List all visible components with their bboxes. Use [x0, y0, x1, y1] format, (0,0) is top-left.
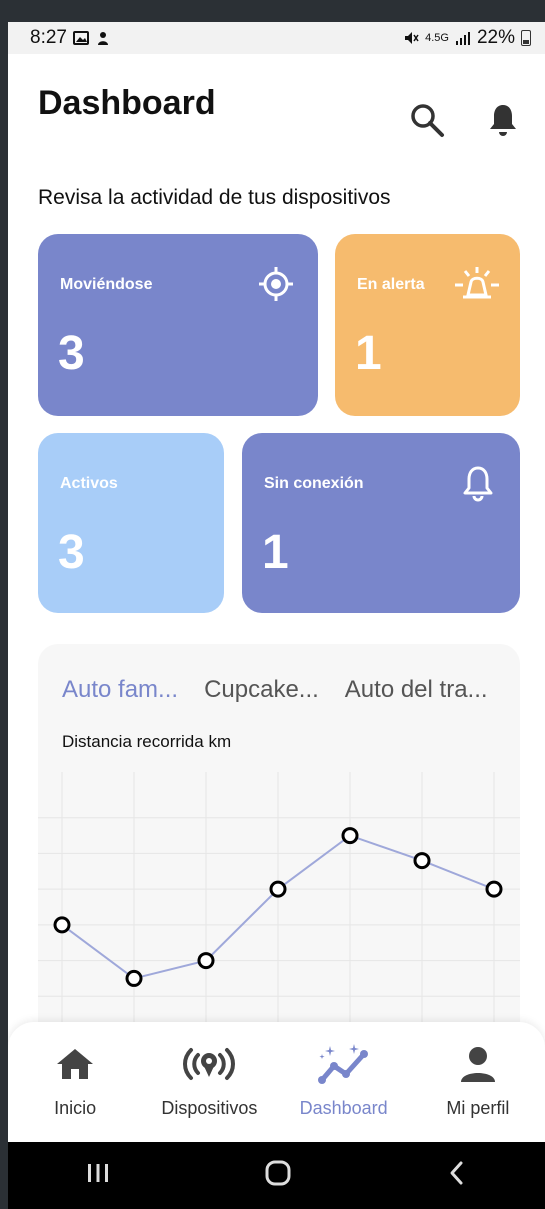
status-left: 8:27: [30, 27, 111, 49]
back-button[interactable]: [445, 1159, 469, 1192]
card-label: Activos: [60, 475, 118, 492]
tab-device-0[interactable]: Auto fam...: [62, 676, 178, 704]
data-point-mar[interactable]: [197, 952, 215, 970]
search-button[interactable]: [407, 100, 447, 140]
nav-dispositivos[interactable]: Dispositivos: [149, 1042, 269, 1119]
trending-sparkle-icon: [316, 1042, 372, 1086]
card-value: 1: [355, 327, 382, 380]
recent-apps-icon: [87, 1164, 108, 1182]
home-circle-icon: [265, 1160, 291, 1186]
phone-screen: 8:27 4.5G 22% Dashboard Revisa la activi…: [8, 22, 545, 1209]
card-alert[interactable]: En alerta 1: [335, 234, 520, 416]
notifications-button[interactable]: [483, 100, 523, 140]
card-value: 1: [262, 526, 289, 579]
data-point-jun[interactable]: [413, 852, 431, 870]
battery-icon: [521, 30, 531, 46]
data-point-abr[interactable]: [269, 880, 287, 898]
system-nav-bar: [8, 1142, 545, 1209]
card-label: Sin conexión: [264, 475, 364, 492]
home-system-button[interactable]: [263, 1158, 293, 1193]
chart-title: Distancia recorrida km: [62, 732, 232, 751]
recent-apps-button[interactable]: [84, 1161, 112, 1190]
card-label: Moviéndose: [60, 276, 153, 293]
distance-line-chart: EneFebMarAbrMayJunJul: [38, 772, 520, 1044]
status-bar: 8:27 4.5G 22%: [8, 22, 545, 54]
device-tabs: Auto fam... Cupcake... Auto del tra...: [62, 676, 488, 704]
bell-outline-icon: [458, 463, 498, 503]
card-moving[interactable]: Moviéndose 3: [38, 234, 318, 416]
signal-icon: [455, 30, 471, 46]
crosshair-icon: [256, 264, 296, 304]
nav-dashboard[interactable]: Dashboard: [284, 1042, 404, 1119]
page-subtitle: Revisa la actividad de tus dispositivos: [38, 186, 391, 209]
page-title: Dashboard: [38, 84, 216, 122]
nav-inicio[interactable]: Inicio: [15, 1042, 135, 1119]
tab-device-2[interactable]: Auto del tra...: [345, 676, 488, 704]
data-point-ene[interactable]: [53, 916, 71, 934]
nav-label: Inicio: [54, 1098, 97, 1118]
card-label: En alerta: [357, 276, 425, 293]
tab-device-1[interactable]: Cupcake...: [204, 676, 319, 704]
chart-panel: Auto fam... Cupcake... Auto del tra... D…: [38, 644, 520, 1044]
data-point-jul[interactable]: [485, 880, 503, 898]
gallery-icon: [72, 30, 89, 46]
status-right: 4.5G 22%: [403, 27, 531, 49]
header-actions: [407, 100, 523, 140]
mute-icon: [403, 30, 419, 46]
broadcast-icon: [182, 1042, 236, 1086]
app-header: Dashboard: [38, 82, 523, 142]
card-value: 3: [58, 327, 85, 380]
alarm-siren-icon: [452, 264, 502, 304]
status-time: 8:27: [30, 27, 67, 48]
network-type: 4.5G: [425, 32, 449, 44]
nav-label: Mi perfil: [446, 1098, 510, 1118]
home-icon: [55, 1042, 95, 1086]
battery-percent: 22%: [476, 27, 515, 48]
notification-app-icon: [95, 30, 111, 46]
person-icon: [458, 1042, 498, 1086]
search-icon: [411, 104, 444, 137]
bottom-nav: Inicio Dispositivos Dashboard Mi perfil: [8, 1022, 545, 1142]
nav-mi-perfil[interactable]: Mi perfil: [418, 1042, 538, 1119]
card-offline[interactable]: Sin conexión 1: [242, 433, 520, 613]
nav-label: Dispositivos: [161, 1098, 258, 1118]
card-value: 3: [58, 526, 85, 579]
data-point-feb[interactable]: [125, 969, 143, 987]
card-active[interactable]: Activos 3: [38, 433, 224, 613]
data-point-may[interactable]: [341, 827, 359, 845]
bell-icon: [490, 105, 516, 136]
nav-label: Dashboard: [299, 1098, 388, 1118]
back-icon: [450, 1161, 463, 1185]
